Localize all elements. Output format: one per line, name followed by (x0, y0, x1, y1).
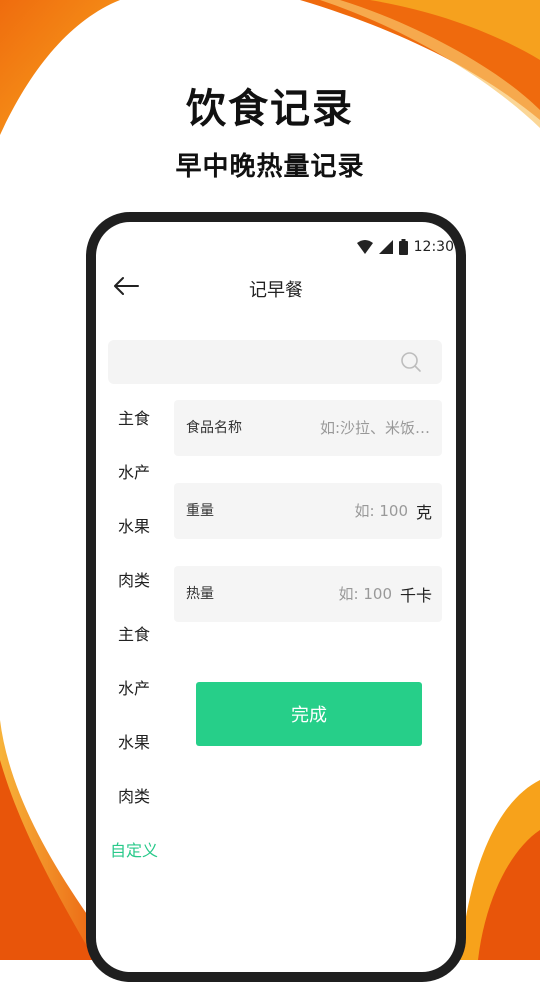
done-button[interactable]: 完成 (196, 682, 422, 746)
calories-input[interactable] (309, 584, 394, 604)
cellular-signal-icon (378, 240, 393, 254)
promo-subtitle: 早中晚热量记录 (175, 152, 365, 182)
weight-input-wrap: 克 (325, 483, 432, 539)
category-item-custom[interactable]: 自定义 (96, 824, 172, 878)
food-name-field: 食品名称 (174, 400, 442, 456)
calories-unit: 千卡 (399, 586, 432, 605)
search-icon[interactable] (400, 351, 422, 377)
category-item[interactable]: 主食 (96, 392, 172, 446)
calories-input-wrap: 千卡 (309, 566, 432, 622)
category-item[interactable]: 主食 (96, 608, 172, 662)
nav-bar: 记早餐 (96, 262, 456, 314)
status-time: 12:30 (413, 239, 454, 255)
status-bar: 12:30 (356, 236, 456, 258)
page-title: 记早餐 (249, 280, 303, 301)
weight-input[interactable] (325, 501, 410, 521)
category-item[interactable]: 水果 (96, 500, 172, 554)
category-item[interactable]: 水果 (96, 716, 172, 770)
weight-unit: 克 (415, 503, 432, 522)
battery-icon (398, 239, 408, 255)
category-item[interactable]: 水产 (96, 446, 172, 500)
weight-label: 重量 (186, 503, 214, 519)
phone-screen: 12:30 记早餐 主食 水产 水果 肉类 主食 水产 水果 肉类 自定义 食品… (96, 222, 456, 972)
category-item[interactable]: 肉类 (96, 770, 172, 824)
calories-label: 热量 (186, 586, 214, 602)
category-list: 主食 水产 水果 肉类 主食 水产 水果 肉类 自定义 (96, 392, 172, 878)
weight-field: 重量 克 (174, 483, 442, 539)
food-name-label: 食品名称 (186, 420, 242, 436)
promo-title: 饮食记录 (186, 86, 354, 132)
category-item[interactable]: 水产 (96, 662, 172, 716)
search-bar (108, 340, 442, 386)
calories-field: 热量 千卡 (174, 566, 442, 622)
category-item[interactable]: 肉类 (96, 554, 172, 608)
food-name-input-wrap (288, 400, 432, 456)
food-name-input[interactable] (288, 418, 432, 438)
search-input[interactable] (118, 340, 402, 386)
wifi-icon (356, 240, 373, 254)
phone-frame: 12:30 记早餐 主食 水产 水果 肉类 主食 水产 水果 肉类 自定义 食品… (86, 212, 466, 982)
